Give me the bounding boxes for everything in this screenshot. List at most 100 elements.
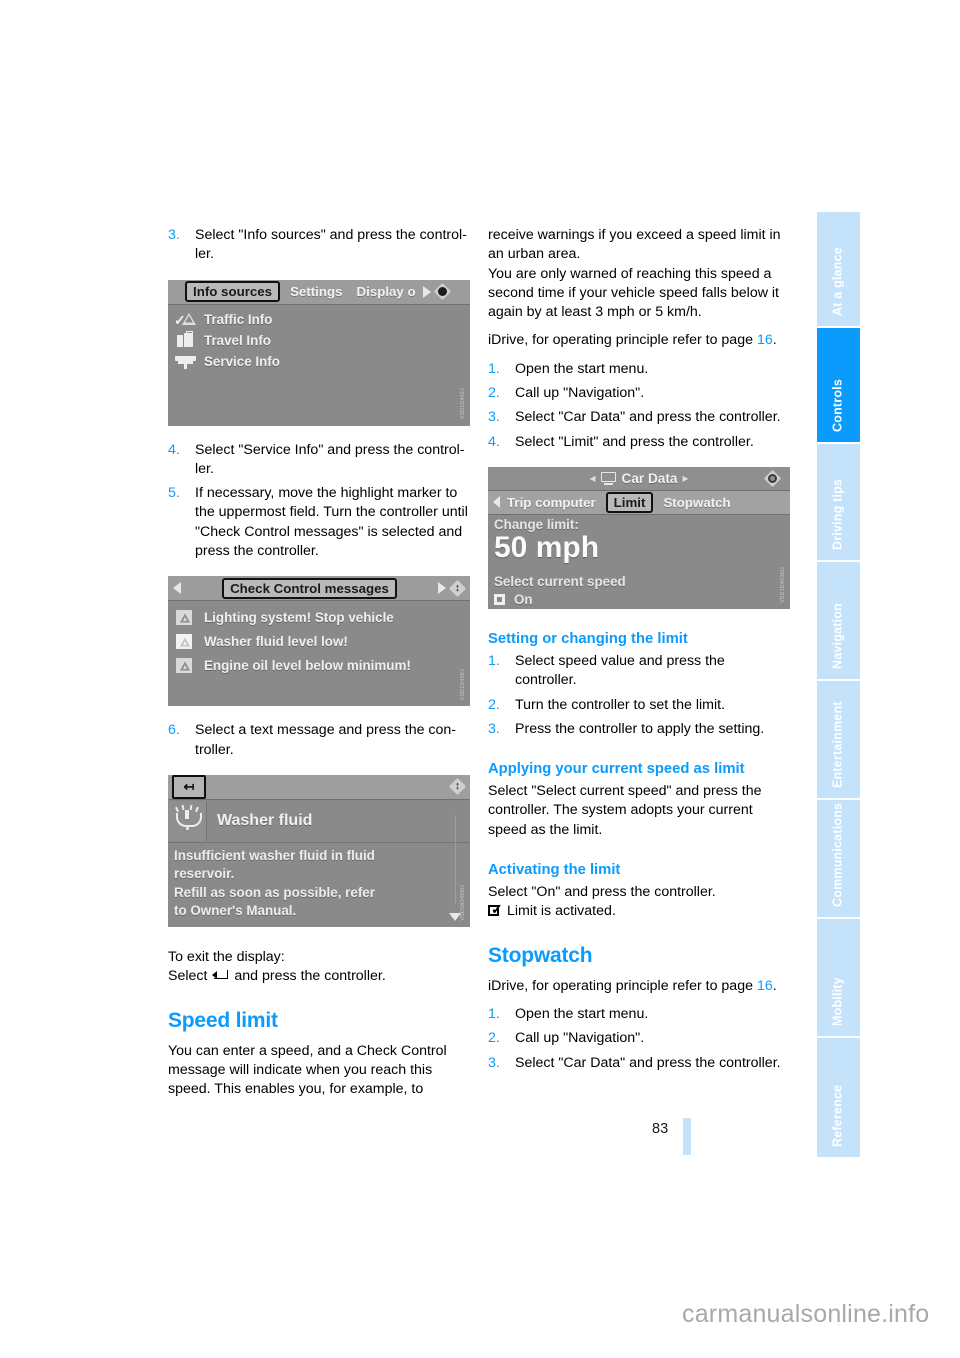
sidebar-tab-label: Mobility bbox=[830, 977, 844, 1026]
sidebar-tab-controls[interactable]: Controls bbox=[817, 328, 860, 444]
activating-limit-body: Select "On" and press the controller. bbox=[488, 884, 716, 901]
figure-code: VSD0A345MJ bbox=[460, 885, 466, 921]
step-number: 3. bbox=[488, 1054, 500, 1071]
site-watermark: carmanualsonline.info bbox=[682, 1300, 930, 1328]
message-line: Insufficient washer fluid in fluid bbox=[174, 847, 375, 863]
list-item: 1. Open the start menu. bbox=[488, 1005, 790, 1024]
list-item[interactable]: Washer fluid level low! bbox=[168, 629, 470, 653]
chevron-left-icon[interactable] bbox=[173, 582, 181, 595]
exit-display-label: To exit the display: bbox=[168, 948, 285, 965]
message-body: Insufficient washer fluid in fluid reser… bbox=[168, 843, 470, 921]
activating-limit-note: ✓ Limit is activated. bbox=[488, 902, 790, 921]
intro-paragraph-1: receive warnings if you exceed a speed l… bbox=[488, 227, 781, 263]
list-item: 3. Select "Info sources" and press the c… bbox=[168, 226, 470, 265]
step-text: Select a text message and press the con-… bbox=[195, 722, 457, 758]
sidebar-tab-navigation[interactable]: Navigation bbox=[817, 562, 860, 681]
figure-code: VSD1D408J bbox=[460, 669, 466, 701]
idrive-limit-panel: Change limit: 50 mph Select current spee… bbox=[488, 515, 790, 607]
exit-text-before: Select bbox=[168, 968, 208, 985]
chevron-left-icon[interactable] bbox=[493, 496, 500, 509]
idrive-tab-check-control-messages[interactable]: Check Control messages bbox=[222, 577, 397, 599]
step-text: Select "Limit" and press the controller. bbox=[515, 433, 754, 450]
chevron-left-icon[interactable]: ◂ bbox=[590, 471, 596, 485]
washer-fluid-icon bbox=[168, 800, 207, 841]
warning-triangle-icon bbox=[174, 657, 198, 674]
sidebar-tab-label: Communications bbox=[830, 802, 844, 907]
idrive-menu-bar: ↤ ↕ bbox=[168, 774, 470, 800]
list-item[interactable]: Lighting system! Stop vehicle bbox=[168, 605, 470, 629]
list-item-label: Service Info bbox=[204, 353, 280, 369]
step-text: If necessary, move the highlight marker … bbox=[195, 485, 468, 560]
service-icon bbox=[174, 353, 198, 370]
step-number: 3. bbox=[488, 720, 500, 737]
idrive-list: Lighting system! Stop vehicle Washer flu… bbox=[168, 601, 470, 677]
list-item-label: Washer fluid level low! bbox=[204, 633, 348, 649]
step-number: 3. bbox=[168, 227, 180, 243]
chevron-right-icon[interactable]: ▸ bbox=[682, 471, 688, 485]
sidebar-tab-label: Driving tips bbox=[830, 478, 844, 550]
screenshot-info-sources: Info sources Settings Display o ✓ Traffi… bbox=[168, 279, 470, 426]
idrive-tab-display-options[interactable]: Display o bbox=[350, 284, 423, 299]
step-list-info-sources: 3. Select "Info sources" and press the c… bbox=[168, 226, 470, 265]
sidebar-tab-reference[interactable]: Reference bbox=[817, 1038, 860, 1157]
step-number: 1. bbox=[488, 1005, 500, 1022]
idrive-tab-trip-computer[interactable]: Trip computer bbox=[500, 495, 603, 510]
page-reference-link[interactable]: 16 bbox=[757, 332, 773, 348]
list-item[interactable]: Travel Info bbox=[168, 330, 470, 351]
scrollbar-track[interactable] bbox=[455, 814, 456, 905]
idrive-tab-settings[interactable]: Settings bbox=[283, 284, 349, 299]
sidebar-tab-mobility[interactable]: Mobility bbox=[817, 919, 860, 1038]
step-number: 6. bbox=[168, 722, 180, 739]
sidebar-tab-entertainment[interactable]: Entertainment bbox=[817, 681, 860, 800]
screenshot-check-control-messages: Check Control messages ↕ Lighting system… bbox=[168, 576, 470, 707]
step-text: Call up "Navigation". bbox=[515, 1030, 645, 1047]
step-text: Select speed value and press the control… bbox=[515, 652, 725, 689]
idrive-tab-limit[interactable]: Limit bbox=[605, 491, 654, 513]
back-button[interactable]: ↤ bbox=[172, 774, 206, 799]
exit-text-after: and press the controller. bbox=[234, 968, 386, 985]
list-item[interactable]: Engine oil level below minimum! bbox=[168, 653, 470, 677]
chapter-sidebar: At a glance Controls Driving tips Naviga… bbox=[817, 212, 860, 1167]
step-list-setting-limit: 1. Select speed value and press the cont… bbox=[488, 652, 790, 739]
message-title: Washer fluid bbox=[217, 811, 313, 829]
step-text: Select "Car Data" and press the controll… bbox=[515, 1054, 781, 1071]
select-current-speed-label[interactable]: Select current speed bbox=[494, 574, 790, 589]
list-item: 3. Select "Car Data" and press the contr… bbox=[488, 408, 790, 427]
page-reference-link[interactable]: 16 bbox=[757, 978, 773, 994]
sidebar-tab-communications[interactable]: Communications bbox=[817, 800, 860, 919]
chevron-right-icon[interactable] bbox=[422, 285, 431, 298]
screenshot-washer-fluid-message: ↤ ↕ Washer fluid Insufficient washer flu… bbox=[168, 774, 470, 927]
list-item: 5. If necessary, move the highlight mark… bbox=[168, 484, 470, 561]
idrive-list: ✓ Traffic Info Travel Info Service Info bbox=[168, 305, 470, 372]
message-line: Refill as soon as possible, refer bbox=[174, 884, 375, 900]
step-number: 3. bbox=[488, 409, 500, 426]
list-item[interactable]: ✓ Traffic Info bbox=[168, 309, 470, 330]
back-arrow-icon bbox=[212, 970, 229, 981]
step-text: Open the start menu. bbox=[515, 1005, 649, 1022]
list-item[interactable]: Service Info bbox=[168, 351, 470, 372]
manual-page: At a glance Controls Driving tips Naviga… bbox=[0, 0, 960, 1358]
checkbox-icon[interactable] bbox=[494, 593, 505, 605]
subheading-applying-speed: Applying your current speed as limit bbox=[488, 761, 745, 778]
idrive-tab-info-sources[interactable]: Info sources bbox=[185, 281, 281, 303]
list-item: 2. Call up "Navigation". bbox=[488, 1029, 790, 1048]
warning-triangle-icon bbox=[174, 609, 198, 626]
message-line: reservoir. bbox=[174, 866, 235, 882]
step-number: 2. bbox=[488, 385, 500, 402]
on-label: On bbox=[514, 591, 533, 607]
step-text: Turn the controller to set the limit. bbox=[515, 696, 726, 713]
list-item: 2. Turn the controller to set the limit. bbox=[488, 696, 790, 715]
sidebar-tab-label: Navigation bbox=[830, 603, 844, 669]
page-number-bar bbox=[683, 1118, 691, 1155]
limit-value[interactable]: 50 mph bbox=[494, 531, 790, 565]
right-text-column: receive warnings if you exceed a speed l… bbox=[488, 226, 790, 1073]
chevron-right-icon[interactable] bbox=[438, 582, 447, 595]
idrive-tab-stopwatch[interactable]: Stopwatch bbox=[656, 495, 737, 510]
limit-on-row[interactable]: On bbox=[494, 592, 790, 607]
list-item: 3. Press the controller to apply the set… bbox=[488, 720, 790, 739]
step-number: 2. bbox=[488, 1030, 500, 1047]
sidebar-tab-driving-tips[interactable]: Driving tips bbox=[817, 444, 860, 562]
sidebar-tab-at-a-glance[interactable]: At a glance bbox=[817, 212, 860, 328]
idrive-title-bar: ◂ Car Data ▸ bbox=[488, 466, 790, 491]
list-item-label: Travel Info bbox=[204, 332, 271, 348]
